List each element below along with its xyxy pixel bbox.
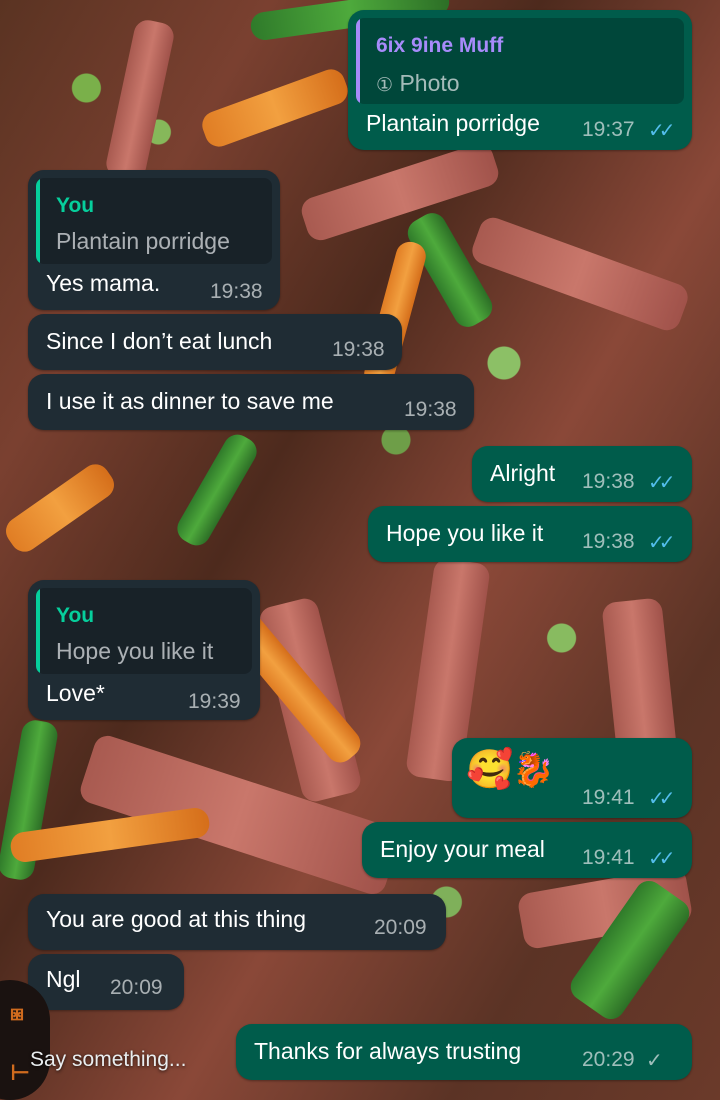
quote-text-label: Photo xyxy=(399,70,460,96)
message-text: Yes mama. xyxy=(46,270,161,296)
message-text: Ngl xyxy=(46,966,81,992)
avatar-mark-icon: ⧆ xyxy=(10,1000,24,1025)
smiling-face-with-hearts-emoji: 🥰 xyxy=(466,749,514,791)
message-time: 20:09 xyxy=(374,916,427,939)
message-incoming[interactable]: You are good at this thing 20:09 xyxy=(28,894,446,950)
message-time: 19:38 xyxy=(404,398,457,421)
message-text: I use it as dinner to save me xyxy=(46,388,334,414)
quote-sender-name: You xyxy=(56,194,95,217)
message-incoming[interactable]: You Plantain porridge Yes mama. 19:38 xyxy=(28,170,280,310)
message-time: 19:38 xyxy=(210,280,263,303)
quote-bar xyxy=(36,588,40,674)
message-text: Thanks for always trusting xyxy=(254,1038,522,1064)
quote-text: Hope you like it xyxy=(56,638,214,664)
message-time: 19:38 xyxy=(332,338,385,361)
photo-icon: ① xyxy=(376,75,394,96)
message-outgoing[interactable]: Hope you like it 19:38 ✓✓ xyxy=(368,506,692,562)
quoted-message[interactable]: 6ix 9ine Muff ① Photo xyxy=(356,18,684,104)
avatar-mark-icon: ⊢ xyxy=(10,1060,31,1085)
message-text: Hope you like it xyxy=(386,520,544,546)
message-text: Since I don’t eat lunch xyxy=(46,328,273,354)
message-text: Alright xyxy=(490,460,556,486)
message-time: 19:41 xyxy=(582,786,635,809)
message-text: Enjoy your meal xyxy=(380,836,545,862)
message-incoming[interactable]: Ngl 20:09 xyxy=(28,954,184,1010)
message-input-placeholder[interactable]: Say something... xyxy=(30,1048,186,1072)
quote-content: ① Photo xyxy=(376,70,460,97)
message-outgoing[interactable]: 🥰 🐉 19:41 ✓✓ xyxy=(452,738,692,818)
message-outgoing[interactable]: Thanks for always trusting 20:29 ✓ xyxy=(236,1024,692,1080)
message-incoming[interactable]: Since I don’t eat lunch 19:38 xyxy=(28,314,402,370)
read-receipt-icon: ✓✓ xyxy=(648,120,675,142)
message-time: 20:29 xyxy=(582,1048,635,1071)
read-receipt-icon: ✓✓ xyxy=(648,788,675,810)
message-time: 19:41 xyxy=(582,846,635,869)
sent-check-icon: ✓ xyxy=(646,1050,663,1072)
message-incoming[interactable]: I use it as dinner to save me 19:38 xyxy=(28,374,474,430)
message-time: 19:38 xyxy=(582,530,635,553)
read-receipt-icon: ✓✓ xyxy=(648,472,675,494)
message-outgoing[interactable]: Enjoy your meal 19:41 ✓✓ xyxy=(362,822,692,878)
quote-text: Plantain porridge xyxy=(56,228,230,254)
read-receipt-icon: ✓✓ xyxy=(648,532,675,554)
message-outgoing[interactable]: 6ix 9ine Muff ① Photo Plantain porridge … xyxy=(348,10,692,150)
quoted-message[interactable]: You Hope you like it xyxy=(36,588,252,674)
message-outgoing[interactable]: Alright 19:38 ✓✓ xyxy=(472,446,692,502)
message-time: 19:38 xyxy=(582,470,635,493)
message-time: 19:39 xyxy=(188,690,241,713)
message-list[interactable]: 6ix 9ine Muff ① Photo Plantain porridge … xyxy=(0,0,720,1100)
read-receipt-icon: ✓✓ xyxy=(648,848,675,870)
avatar[interactable]: ⧆ ⊢ xyxy=(0,980,50,1100)
message-text: Plantain porridge xyxy=(366,110,540,136)
quote-bar xyxy=(356,18,360,104)
quote-bar xyxy=(36,178,40,264)
quote-sender-name: 6ix 9ine Muff xyxy=(376,34,504,57)
message-text: Love* xyxy=(46,680,105,706)
quoted-message[interactable]: You Plantain porridge xyxy=(36,178,272,264)
dragon-emoji: 🐉 xyxy=(512,751,555,789)
message-incoming[interactable]: You Hope you like it Love* 19:39 xyxy=(28,580,260,720)
message-time: 20:09 xyxy=(110,976,163,999)
quote-sender-name: You xyxy=(56,604,95,627)
message-time: 19:37 xyxy=(582,118,635,141)
message-text: You are good at this thing xyxy=(46,906,307,932)
